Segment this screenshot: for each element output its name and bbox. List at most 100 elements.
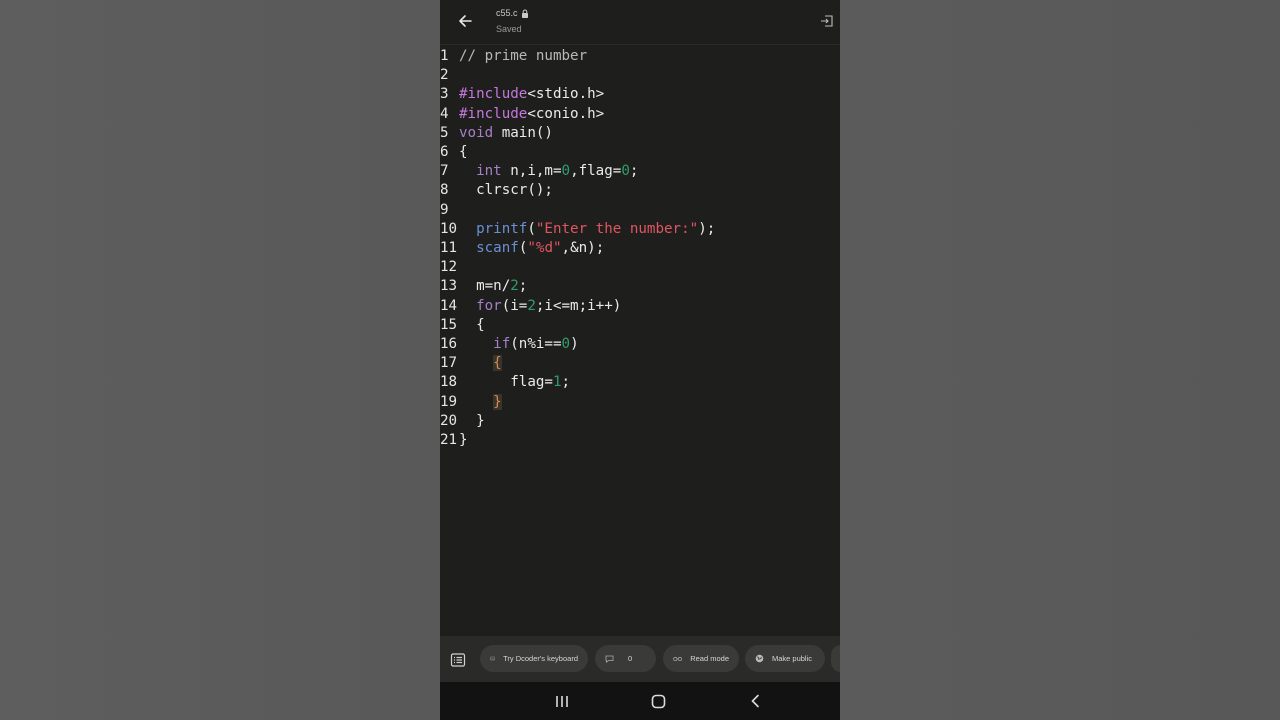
- code-line[interactable]: 6{: [440, 143, 840, 162]
- code-text: m=n/2;: [459, 277, 527, 296]
- code-line[interactable]: 11 scanf("%d",&n);: [440, 239, 840, 258]
- code-token: ;: [561, 374, 571, 391]
- system-nav-bar: [440, 682, 840, 720]
- code-text: }: [459, 393, 502, 412]
- code-token: void: [459, 124, 494, 141]
- chevron-left-icon: [751, 694, 759, 708]
- bottom-toolbar: Try Dcoder's keyboard 0 Read mode Make p…: [440, 636, 840, 682]
- code-line[interactable]: 1 // prime number: [440, 47, 840, 66]
- code-line[interactable]: 13 m=n/2;: [440, 277, 840, 296]
- code-token: 2: [527, 297, 536, 314]
- code-text: #include<stdio.h>: [459, 85, 604, 104]
- code-token: for: [476, 297, 502, 314]
- code-line[interactable]: 9: [440, 201, 840, 220]
- code-text: void main(): [459, 124, 553, 143]
- file-name: c55.c: [496, 8, 518, 18]
- code-text: int n,i,m=0,flag=0;: [459, 162, 638, 181]
- try-keyboard-label: Try Dcoder's keyboard: [503, 654, 578, 663]
- code-token: (n%i==: [510, 336, 562, 352]
- code-token: int: [476, 163, 502, 180]
- line-number: 11: [440, 240, 458, 256]
- code-line[interactable]: 10 printf("Enter the number:");: [440, 220, 840, 239]
- code-line[interactable]: 7 int n,i,m=0,flag=0;: [440, 162, 840, 181]
- line-number: 16: [440, 336, 458, 352]
- code-text: // prime number: [459, 47, 587, 66]
- code-token: flag=: [459, 374, 553, 391]
- code-line[interactable]: 17 {: [440, 354, 840, 373]
- line-number: 14: [440, 297, 458, 314]
- code-token: printf: [476, 220, 528, 237]
- editor-header: c55.c Saved: [440, 0, 840, 45]
- line-number: 21: [440, 432, 458, 448]
- code-token: }: [493, 393, 502, 410]
- code-token: 0: [561, 336, 571, 352]
- phone-screen: c55.c Saved 1// prime number 2 3 #include<s…: [440, 0, 840, 720]
- code-text: if(n%i==0): [459, 335, 578, 354]
- keyboard-icon: [490, 656, 496, 661]
- code-text: }: [459, 431, 468, 450]
- code-token: #include: [459, 86, 528, 103]
- line-number: 9: [440, 201, 449, 218]
- save-status: Saved: [496, 24, 522, 34]
- globe-icon: [755, 654, 764, 663]
- code-line[interactable]: 4 #include<conio.h>: [440, 105, 840, 124]
- overflow-chip[interactable]: [831, 645, 840, 672]
- code-line[interactable]: 12: [440, 258, 840, 277]
- code-token: "Enter the number:": [535, 220, 699, 237]
- outline-list-icon: [450, 653, 466, 667]
- code-line[interactable]: 15 {: [440, 316, 840, 335]
- exit-button[interactable]: [820, 13, 834, 27]
- make-public-chip[interactable]: Make public: [745, 645, 825, 672]
- code-token: ;: [629, 163, 639, 180]
- code-text: for(i=2;i<=m;i++): [459, 297, 621, 316]
- code-text: flag=1;: [459, 373, 570, 392]
- code-token: }: [459, 412, 485, 429]
- line-number: 18: [440, 374, 458, 391]
- line-number: 8: [440, 182, 449, 199]
- code-editor[interactable]: 1// prime number 2 3 #include<stdio.h> 4 #inc…: [440, 46, 840, 636]
- code-line[interactable]: 21}: [440, 431, 840, 450]
- code-line[interactable]: 14 for(i=2;i<=m;i++): [440, 297, 840, 316]
- code-token: ,flag=: [570, 163, 622, 180]
- code-token: (: [527, 220, 536, 237]
- code-token: {: [493, 355, 502, 372]
- line-number: 12: [440, 259, 458, 276]
- read-mode-chip[interactable]: Read mode: [663, 645, 739, 672]
- code-token: scanf: [476, 240, 519, 256]
- code-text: printf("Enter the number:");: [459, 220, 715, 239]
- line-number: 7: [440, 163, 449, 180]
- try-keyboard-chip[interactable]: Try Dcoder's keyboard: [480, 645, 588, 672]
- outline-button[interactable]: [450, 652, 466, 667]
- code-line[interactable]: 16 if(n%i==0): [440, 335, 840, 354]
- code-text: }: [459, 412, 485, 431]
- recent-apps-button[interactable]: [553, 692, 571, 710]
- code-line[interactable]: 19 }: [440, 393, 840, 412]
- line-number: 2: [440, 67, 449, 84]
- code-token: <conio.h>: [527, 105, 605, 122]
- code-token: ;: [518, 278, 528, 295]
- line-number: 5: [440, 124, 449, 141]
- code-line[interactable]: 5 void main(): [440, 124, 840, 143]
- code-line[interactable]: 20 }: [440, 412, 840, 431]
- system-back-button[interactable]: [746, 692, 764, 710]
- code-token: ,&n);: [561, 240, 605, 256]
- back-button[interactable]: [454, 10, 476, 32]
- code-token: }: [459, 432, 468, 448]
- home-button[interactable]: [649, 692, 667, 710]
- code-line[interactable]: 8 clrscr();: [440, 181, 840, 200]
- code-line[interactable]: 18 flag=1;: [440, 373, 840, 392]
- comments-count: 0: [628, 654, 633, 663]
- code-line[interactable]: 2: [440, 66, 840, 85]
- line-number: 17: [440, 355, 458, 372]
- code-token: <stdio.h>: [527, 86, 605, 103]
- code-line[interactable]: 3 #include<stdio.h>: [440, 85, 840, 104]
- code-token: clrscr();: [459, 182, 553, 199]
- code-text: #include<conio.h>: [459, 105, 604, 124]
- comments-chip[interactable]: 0: [595, 645, 656, 672]
